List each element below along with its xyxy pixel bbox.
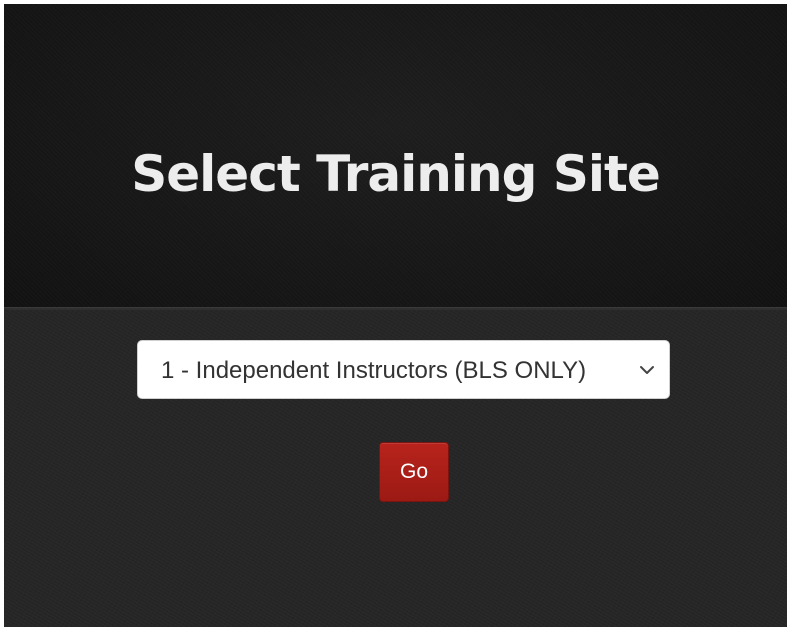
page-frame: Select Training Site 1 - Independent Ins… [4,4,787,627]
chevron-down-icon [640,366,654,374]
selected-site-value: 1 - Independent Instructors (BLS ONLY) [161,357,587,384]
page-title: Select Training Site [131,145,661,203]
training-site-select[interactable]: 1 - Independent Instructors (BLS ONLY) [137,340,670,399]
page-header: Select Training Site [4,4,787,307]
go-button[interactable]: Go [379,442,449,502]
